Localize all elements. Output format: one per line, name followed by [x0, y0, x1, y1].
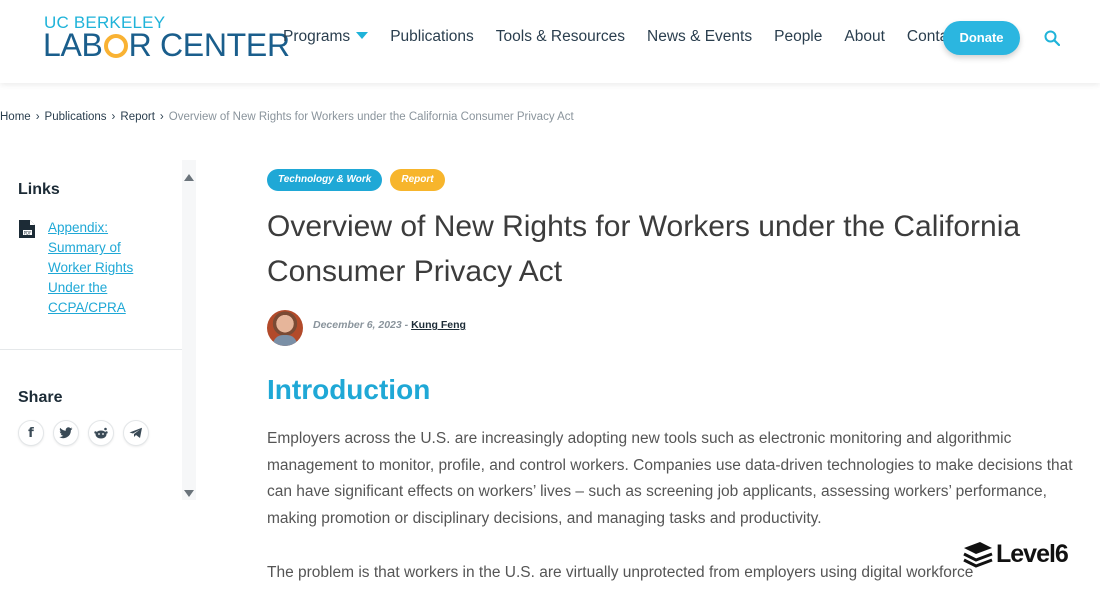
- chevron-right-icon: ›: [159, 111, 164, 123]
- author-avatar: [267, 310, 303, 346]
- labor-center-logo[interactable]: UC BERKELEY LAB R CENTER: [43, 13, 290, 63]
- breadcrumb-home[interactable]: Home: [0, 111, 31, 123]
- scroll-down-arrow-icon[interactable]: [184, 490, 194, 497]
- breadcrumb: Home › Publications › Report › Overview of New…: [0, 111, 574, 123]
- sidebar-scrollbar[interactable]: [182, 160, 196, 500]
- nav-about[interactable]: About: [844, 28, 885, 46]
- watermark-text: Level6: [996, 540, 1069, 568]
- level6-watermark: Level6: [962, 538, 1078, 570]
- article-tags: Technology & Work Report: [267, 169, 445, 191]
- telegram-icon[interactable]: [123, 420, 149, 446]
- breadcrumb-current: Overview of New Rights for Workers under…: [168, 111, 574, 123]
- pdf-file-icon: PDF: [19, 220, 35, 238]
- chevron-down-icon: [356, 32, 369, 39]
- share-buttons: f: [18, 420, 149, 446]
- tag-report[interactable]: Report: [390, 169, 445, 191]
- main-nav: Programs Publications Tools & Resources …: [283, 28, 982, 46]
- chevron-right-icon: ›: [111, 111, 116, 123]
- sidebar: Links PDF Appendix: Summary of Worker Ri…: [0, 160, 200, 500]
- search-icon[interactable]: [1044, 30, 1060, 46]
- nav-tools-resources[interactable]: Tools & Resources: [496, 28, 625, 46]
- share-heading: Share: [18, 389, 63, 406]
- avatar-shirt: [273, 335, 297, 346]
- twitter-icon[interactable]: [53, 420, 79, 446]
- sidebar-divider: [0, 349, 183, 350]
- introduction-heading: Introduction: [267, 374, 431, 405]
- tag-technology-work[interactable]: Technology & Work: [267, 169, 383, 191]
- donate-button[interactable]: Donate: [943, 21, 1020, 55]
- svg-text:PDF: PDF: [24, 230, 32, 235]
- publish-date: December 6, 2023: [313, 319, 402, 331]
- intro-paragraph-1: Employers across the U.S. are increasing…: [267, 430, 1073, 528]
- breadcrumb-publications[interactable]: Publications: [45, 111, 107, 123]
- byline: December 6, 2023 - Kung Feng: [313, 319, 466, 331]
- nav-publications[interactable]: Publications: [390, 28, 474, 46]
- gear-icon: [103, 34, 128, 58]
- facebook-icon[interactable]: f: [18, 420, 44, 446]
- nav-programs[interactable]: Programs: [283, 28, 369, 46]
- nav-news-events[interactable]: News & Events: [647, 28, 752, 46]
- page-title: Overview of New Rights for Workers under…: [267, 210, 1021, 288]
- logo-bottom-text: LAB R CENTER: [43, 27, 290, 63]
- site-header: UC BERKELEY LAB R CENTER Programs Publica…: [0, 0, 1100, 83]
- links-heading: Links: [18, 181, 60, 198]
- breadcrumb-report[interactable]: Report: [120, 111, 155, 123]
- reddit-icon[interactable]: [88, 420, 114, 446]
- level6-logo-icon: [963, 542, 993, 568]
- scroll-up-arrow-icon[interactable]: [184, 174, 194, 181]
- appendix-link[interactable]: Appendix: Summary of Worker Rights Under…: [48, 218, 158, 318]
- chevron-right-icon: ›: [35, 111, 40, 123]
- author-link[interactable]: Kung Feng: [411, 319, 466, 331]
- nav-people[interactable]: People: [774, 28, 822, 46]
- byline-separator: -: [401, 319, 412, 331]
